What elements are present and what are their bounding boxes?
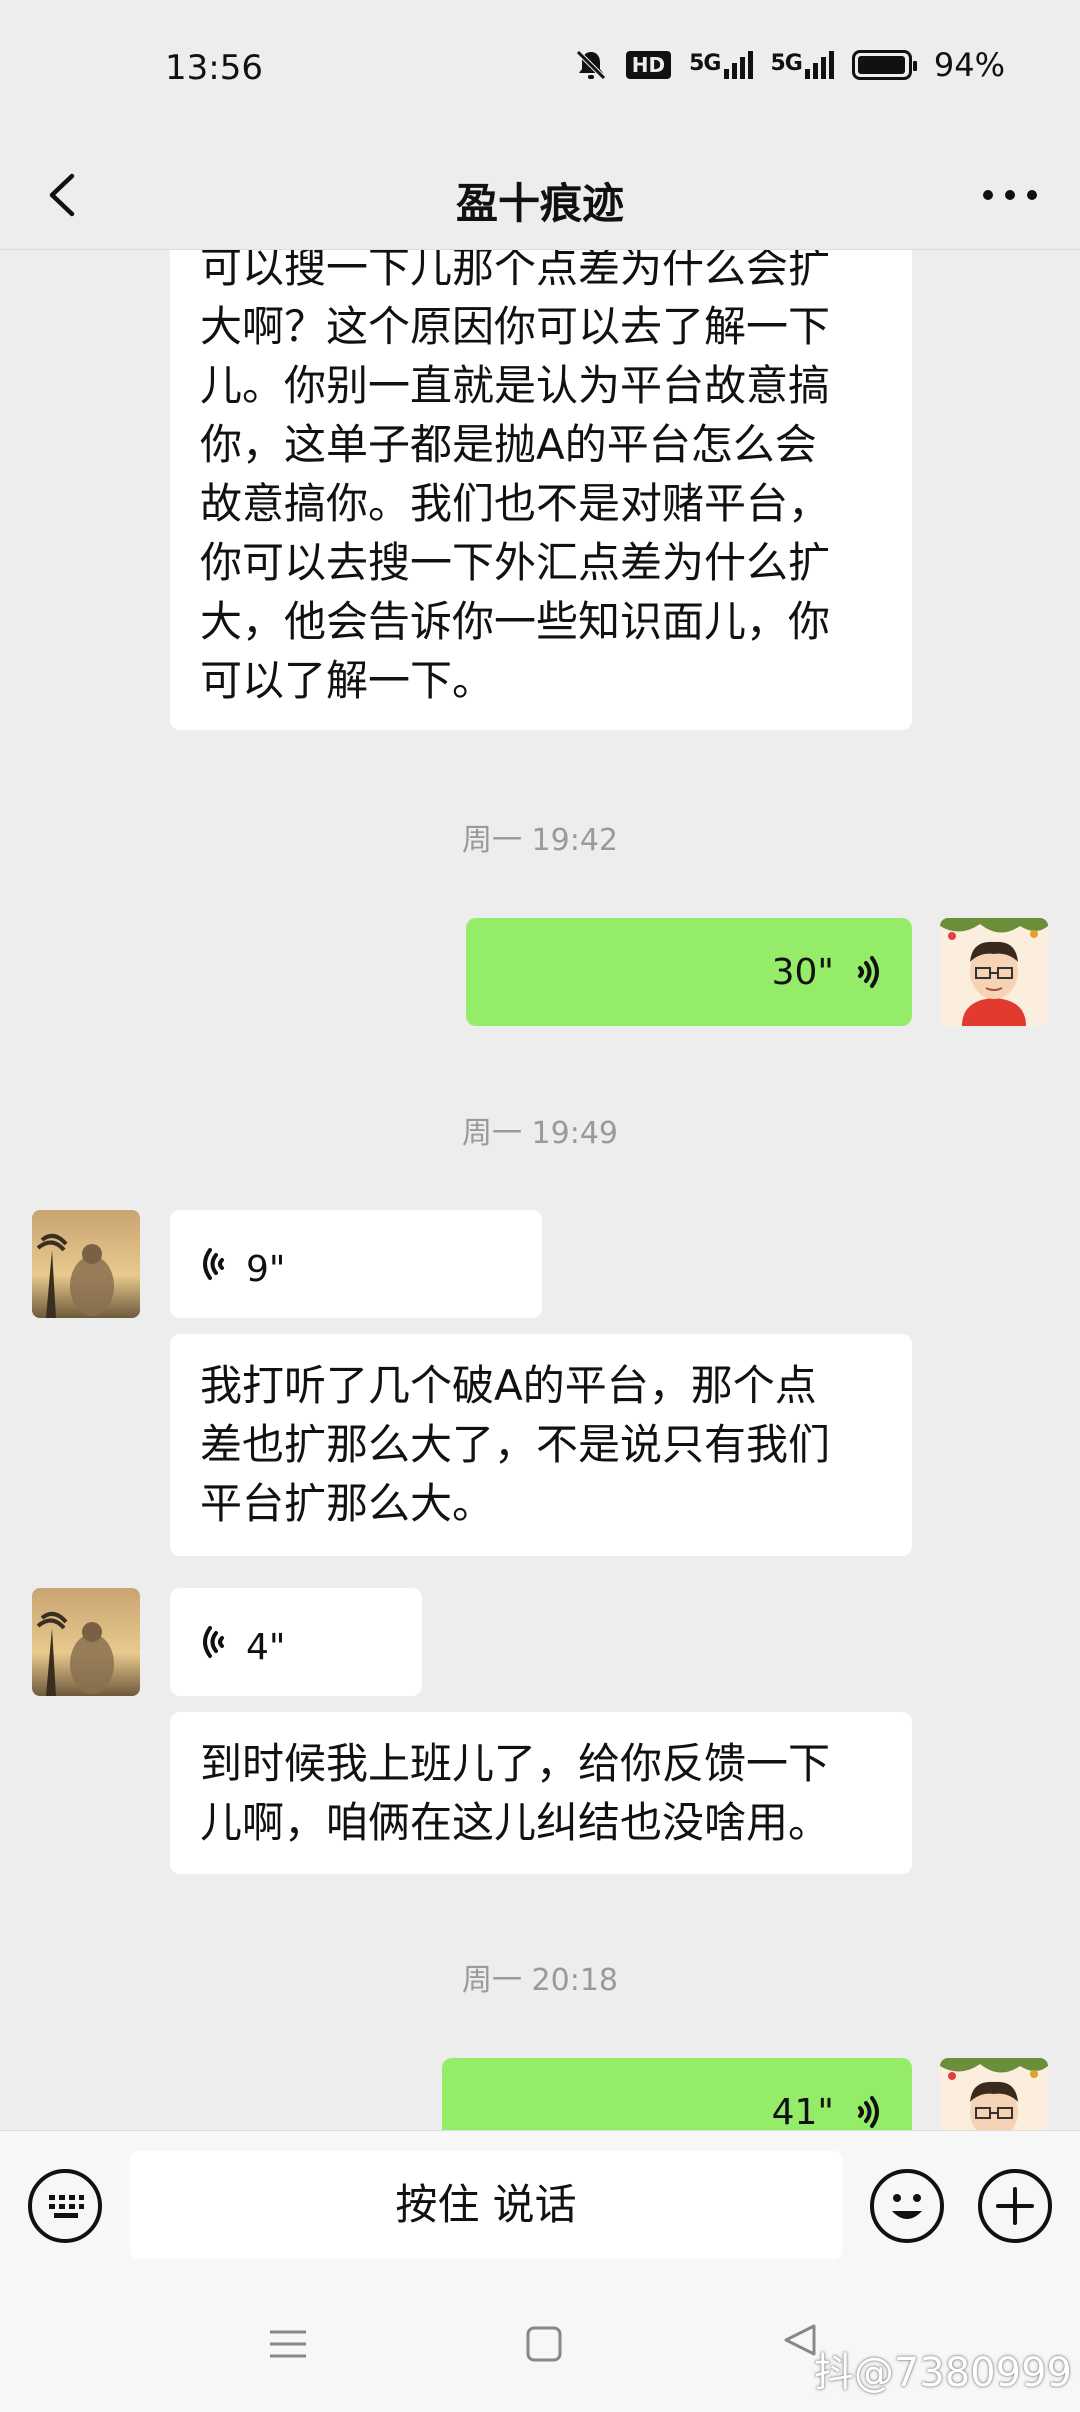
voice-wave-icon bbox=[203, 1626, 224, 1658]
status-time: 13:56 bbox=[165, 48, 263, 88]
battery-percent: 94% bbox=[933, 46, 1005, 84]
message-line: 到时候我上班儿了，给你反馈一下 bbox=[200, 1739, 831, 1788]
home-icon[interactable] bbox=[524, 2324, 564, 2364]
message-line: 可以搜一下儿那个点差为什么会扩 bbox=[200, 250, 831, 292]
voice-message-right[interactable]: 41" bbox=[442, 2058, 912, 2130]
message-list[interactable]: 可以搜一下儿那个点差为什么会扩 大啊？这个原因你可以去了解一下 儿。你别一直就是… bbox=[0, 250, 1080, 2130]
voice-message-left[interactable]: 9" bbox=[170, 1210, 542, 1318]
my-avatar-image bbox=[940, 2058, 1048, 2130]
voice-wave-icon bbox=[203, 1248, 224, 1280]
message-line: 故意搞你。我们也不是对赌平台， bbox=[200, 479, 831, 528]
keyboard-button[interactable] bbox=[28, 2169, 102, 2243]
message-timestamp: 周一 19:49 bbox=[462, 1116, 618, 1151]
emoji-button[interactable] bbox=[870, 2169, 944, 2243]
keyboard-icon bbox=[49, 2195, 84, 2218]
message-timestamp: 周一 19:42 bbox=[462, 823, 618, 858]
battery-icon bbox=[851, 50, 917, 80]
signal-2-label: 5G bbox=[770, 51, 803, 76]
contact-avatar[interactable] bbox=[32, 1210, 140, 1318]
hd-badge: HD bbox=[625, 51, 672, 79]
my-avatar[interactable] bbox=[940, 918, 1048, 1026]
mute-icon bbox=[576, 50, 606, 80]
my-avatar-image bbox=[940, 918, 1048, 1026]
signal-2-icon: 5G bbox=[771, 51, 834, 79]
voice-message-right[interactable]: 30" bbox=[466, 918, 912, 1026]
chat-title: 盈十痕迹 bbox=[455, 179, 624, 228]
contact-avatar-image bbox=[32, 1588, 140, 1696]
message-line: 你可以去搜一下外汇点差为什么扩 bbox=[200, 538, 831, 587]
chat-header: 盈十痕迹 bbox=[0, 140, 1080, 250]
message-bubble-left[interactable]: 到时候我上班儿了，给你反馈一下 儿啊，咱俩在这儿纠结也没啥用。 bbox=[170, 1712, 912, 1874]
message-line: 差也扩那么大了，不是说只有我们 bbox=[200, 1420, 831, 1469]
voice-wave-icon bbox=[858, 2096, 879, 2128]
message-line: 大啊？这个原因你可以去了解一下 bbox=[200, 302, 831, 351]
signal-1-label: 5G bbox=[689, 51, 721, 76]
message-line: 可以了解一下。 bbox=[200, 656, 495, 705]
message-timestamp: 周一 20:18 bbox=[462, 1963, 618, 1998]
contact-avatar-image bbox=[32, 1210, 140, 1318]
signal-1-icon: 5G bbox=[689, 51, 753, 79]
voice-duration: 30" bbox=[771, 952, 834, 993]
status-icons: HD 5G 5G 94% bbox=[574, 46, 1005, 84]
menu-icon[interactable] bbox=[266, 2324, 310, 2364]
my-avatar[interactable] bbox=[940, 2058, 1048, 2130]
watermark: 抖@7380999 bbox=[813, 2350, 1072, 2396]
voice-wave-icon bbox=[858, 956, 879, 988]
message-line: 儿。你别一直就是认为平台故意搞 bbox=[200, 361, 831, 410]
system-nav-bar: 抖@7380999 bbox=[0, 2280, 1080, 2412]
add-button[interactable] bbox=[978, 2169, 1052, 2243]
emoji-icon bbox=[892, 2194, 922, 2219]
message-line: 你，这单子都是抛A的平台怎么会 bbox=[200, 420, 817, 469]
more-icon[interactable] bbox=[980, 180, 1040, 210]
voice-message-left[interactable]: 4" bbox=[170, 1588, 422, 1696]
message-bubble-left[interactable]: 可以搜一下儿那个点差为什么会扩 大啊？这个原因你可以去了解一下 儿。你别一直就是… bbox=[170, 250, 912, 730]
message-bubble-left[interactable]: 我打听了几个破A的平台，那个点 差也扩那么大了，不是说只有我们 平台扩那么大。 bbox=[170, 1334, 912, 1556]
message-line: 儿啊，咱俩在这儿纠结也没啥用。 bbox=[200, 1798, 831, 1847]
message-line: 我打听了几个破A的平台，那个点 bbox=[200, 1361, 817, 1410]
input-bar: 按住 说话 bbox=[0, 2130, 1080, 2280]
status-bar: 13:56 HD 5G 5G 94% bbox=[0, 0, 1080, 140]
voice-duration: 9" bbox=[246, 1249, 286, 1290]
chat-screen: 13:56 HD 5G 5G 94% 盈十痕迹 可以搜一下儿那个点差为什么会扩 … bbox=[0, 0, 1080, 2412]
contact-avatar[interactable] bbox=[32, 1588, 140, 1696]
hold-to-talk-button[interactable]: 按住 说话 bbox=[130, 2151, 842, 2259]
voice-duration: 4" bbox=[246, 1627, 286, 1668]
voice-duration: 41" bbox=[771, 2092, 834, 2130]
message-line: 平台扩那么大。 bbox=[200, 1479, 495, 1528]
message-line: 大，他会告诉你一些知识面儿，你 bbox=[200, 597, 831, 646]
add-icon bbox=[996, 2187, 1034, 2225]
